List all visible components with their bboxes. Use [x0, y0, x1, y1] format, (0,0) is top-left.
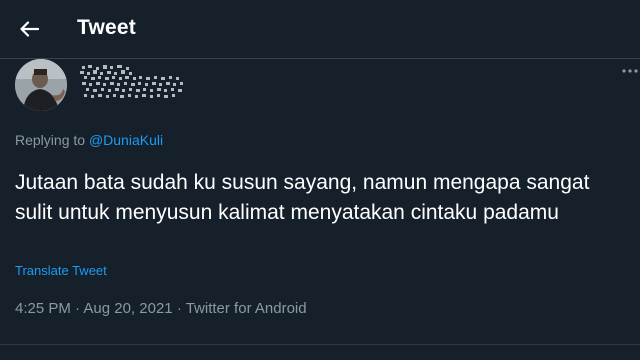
divider	[0, 344, 640, 345]
back-button[interactable]	[14, 14, 44, 44]
replying-prefix: Replying to	[15, 132, 86, 148]
arrow-left-icon	[20, 21, 39, 37]
meta-separator: ·	[176, 300, 182, 317]
replying-to: Replying to @DuniaKuli	[15, 132, 163, 148]
top-bar: Tweet	[0, 0, 640, 59]
page-title: Tweet	[77, 16, 136, 39]
more-options-button[interactable]	[620, 64, 640, 78]
tweet-text: Jutaan bata sudah ku susun sayang, namun…	[15, 171, 590, 224]
author-name-blurred	[76, 64, 188, 104]
translate-tweet-link[interactable]: Translate Tweet	[15, 263, 107, 278]
avatar[interactable]	[15, 59, 67, 111]
tweet-metadata: 4:25 PM · Aug 20, 2021 · Twitter for And…	[15, 300, 307, 317]
tweet-page: Tweet Replying to @DuniaKuli Jutaan bata…	[0, 0, 640, 360]
ellipsis-icon	[622, 69, 638, 73]
tweet-client: Twitter for Android	[185, 300, 307, 317]
tweet-time[interactable]: 4:25 PM	[15, 300, 71, 317]
meta-separator: ·	[75, 300, 81, 317]
mention-link[interactable]: @DuniaKuli	[89, 132, 163, 148]
tweet-date[interactable]: Aug 20, 2021	[83, 300, 172, 317]
profile-photo	[15, 59, 67, 111]
pixelated-name	[80, 65, 183, 98]
